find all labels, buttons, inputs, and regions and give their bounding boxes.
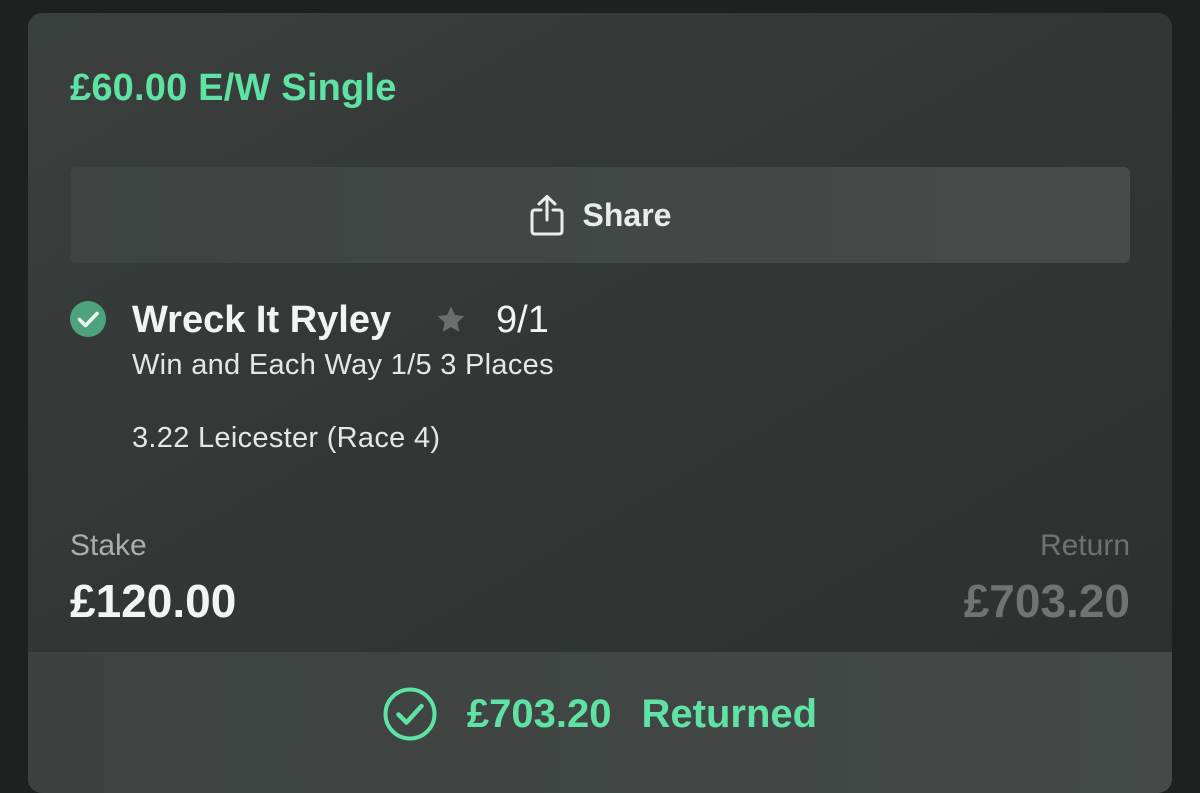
share-icon (530, 195, 564, 236)
return-label: Return (1039, 529, 1130, 562)
check-circle-outline-icon (383, 687, 437, 741)
returned-amount: £703.20 (466, 691, 612, 736)
bet-card: £60.00 E/W Single Share Wreck It Ryley 9… (28, 13, 1172, 793)
returned-banner: £703.20 Returned (28, 652, 1172, 793)
share-label: Share (582, 196, 672, 233)
event-name: 3.22 Leicester (Race 4) (132, 422, 441, 454)
share-button[interactable]: Share (70, 167, 1130, 263)
stake-value: £120.00 (70, 575, 237, 627)
return-value: £703.20 (963, 575, 1130, 627)
runner-name: Wreck It Ryley (132, 299, 392, 341)
check-circle-icon (70, 301, 106, 337)
market-description: Win and Each Way 1/5 3 Places (132, 349, 554, 381)
odds: 9/1 (496, 299, 549, 341)
star-icon[interactable] (434, 303, 468, 337)
bet-title: £60.00 E/W Single (70, 67, 397, 109)
returned-label: Returned (641, 691, 818, 736)
stake-label: Stake (70, 529, 147, 562)
